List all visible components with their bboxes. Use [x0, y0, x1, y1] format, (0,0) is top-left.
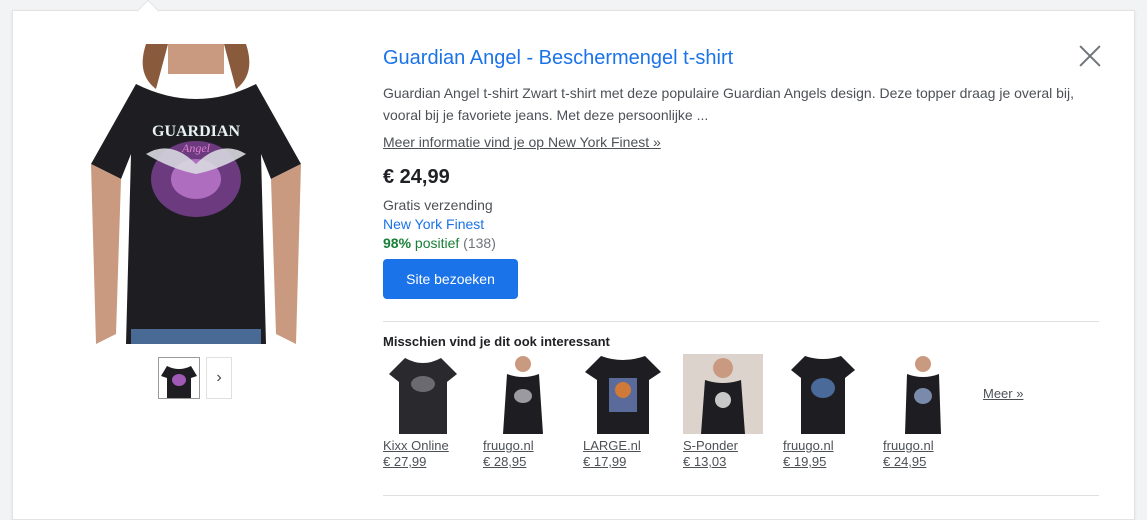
product-price: € 24,99: [383, 166, 450, 188]
print-text-guardian: GUARDIAN: [152, 123, 240, 140]
related-item-image[interactable]: [883, 354, 963, 434]
visit-site-button[interactable]: Site bezoeken: [383, 259, 518, 299]
shipping-info: Gratis verzending: [383, 197, 493, 213]
related-item[interactable]: fruugo.nl € 24,95: [883, 354, 983, 469]
thumbnail-1[interactable]: [158, 357, 200, 399]
related-item-store[interactable]: S-Ponder: [683, 438, 783, 453]
product-description: Guardian Angel t-shirt Zwart t-shirt met…: [383, 85, 1075, 123]
related-item-price[interactable]: € 19,95: [783, 454, 883, 469]
more-info-link[interactable]: Meer informatie vind je op New York Fine…: [383, 134, 661, 150]
related-item-price[interactable]: € 24,95: [883, 454, 983, 469]
rating-label: positief: [414, 235, 460, 251]
related-item[interactable]: LARGE.nl € 17,99: [583, 354, 683, 469]
seller-rating: 98% positief (138): [383, 235, 1099, 251]
chevron-right-icon[interactable]: ›: [206, 357, 232, 399]
product-image[interactable]: GUARDIAN Angel: [86, 44, 306, 344]
related-item-store[interactable]: Kixx Online: [383, 438, 483, 453]
divider: [383, 321, 1099, 322]
related-item-price[interactable]: € 28,95: [483, 454, 583, 469]
merchant-link[interactable]: New York Finest: [383, 216, 1099, 232]
related-item-store[interactable]: fruugo.nl: [483, 438, 583, 453]
thumbnail-strip: ›: [158, 357, 232, 399]
related-item-price[interactable]: € 27,99: [383, 454, 483, 469]
more-related-link[interactable]: Meer »: [983, 386, 1023, 401]
related-item[interactable]: fruugo.nl € 19,95: [783, 354, 883, 469]
related-products: Kixx Online € 27,99 fruugo.nl € 28,95 LA…: [383, 354, 983, 469]
related-item-image[interactable]: [783, 354, 863, 434]
related-item-store[interactable]: fruugo.nl: [783, 438, 883, 453]
related-item-store[interactable]: LARGE.nl: [583, 438, 683, 453]
divider: [383, 495, 1099, 496]
product-details: Guardian Angel - Beschermengel t-shirt G…: [383, 46, 1099, 299]
related-item-price[interactable]: € 17,99: [583, 454, 683, 469]
related-item-image[interactable]: [683, 354, 763, 434]
related-item-store[interactable]: fruugo.nl: [883, 438, 983, 453]
print-text-angel: Angel: [181, 141, 211, 155]
related-item-price[interactable]: € 13,03: [683, 454, 783, 469]
related-item[interactable]: fruugo.nl € 28,95: [483, 354, 583, 469]
product-title[interactable]: Guardian Angel - Beschermengel t-shirt: [383, 46, 1099, 70]
related-item[interactable]: S-Ponder € 13,03: [683, 354, 783, 469]
related-item-image[interactable]: [483, 354, 563, 434]
related-item-image[interactable]: [383, 354, 463, 434]
related-item-image[interactable]: [583, 354, 663, 434]
rating-count: (138): [463, 235, 496, 251]
rating-percent: 98%: [383, 235, 412, 251]
related-item[interactable]: Kixx Online € 27,99: [383, 354, 483, 469]
related-heading: Misschien vind je dit ook interessant: [383, 334, 610, 349]
